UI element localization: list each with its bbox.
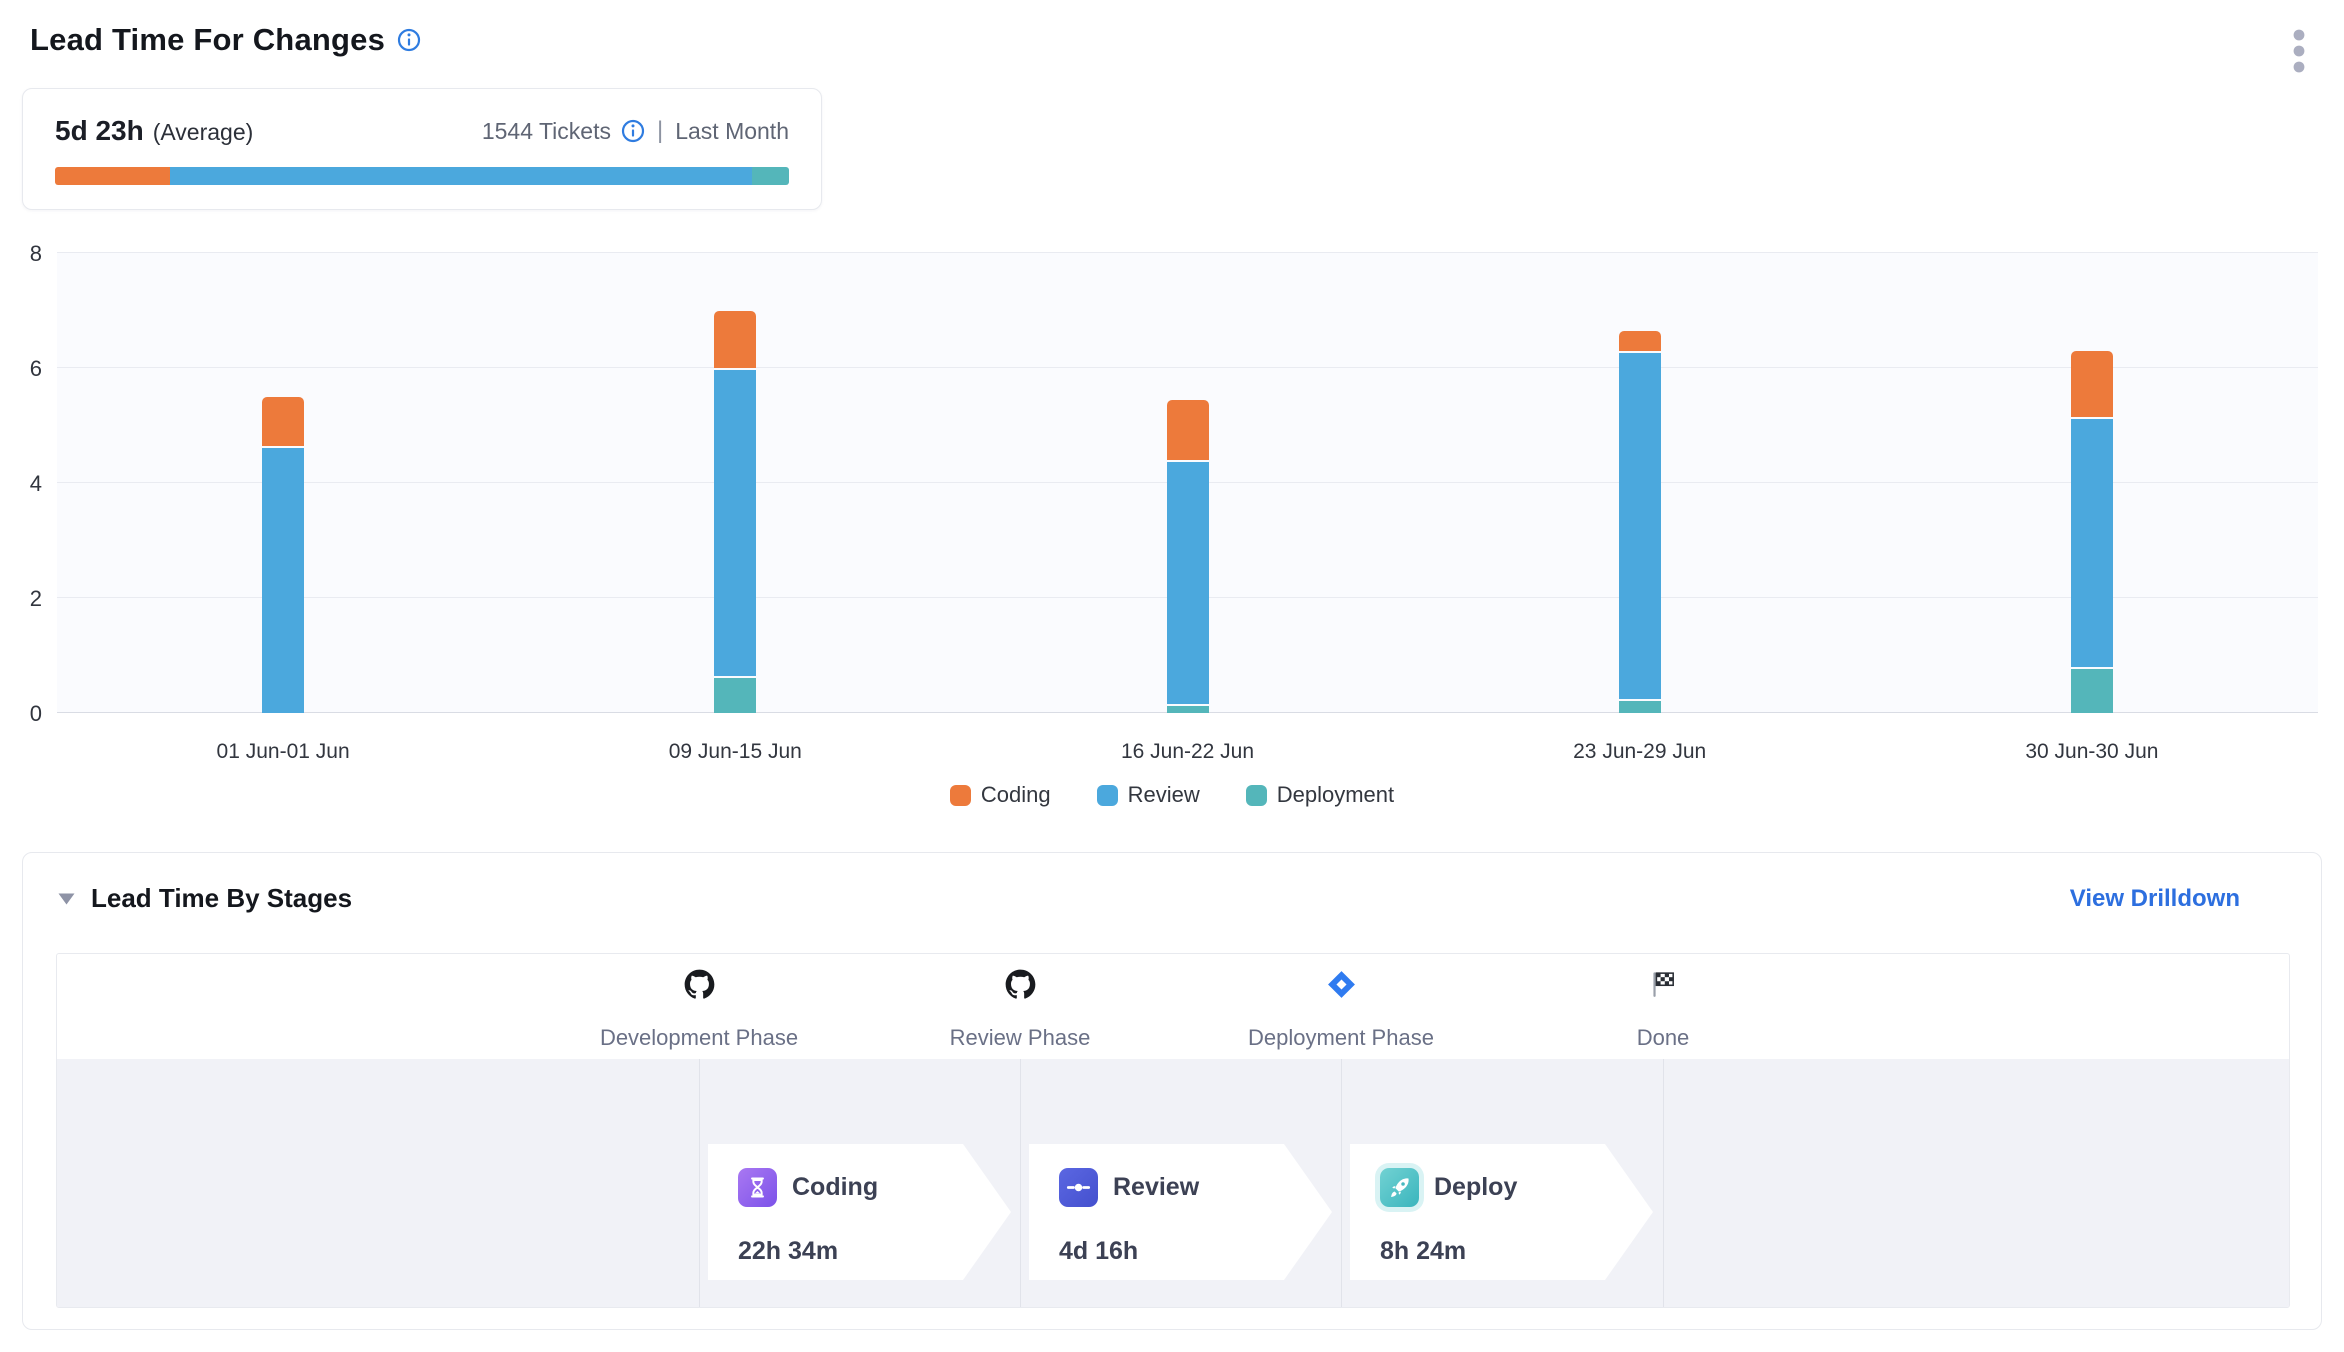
legend-item-deployment[interactable]: Deployment xyxy=(1246,782,1394,808)
column-divider xyxy=(1020,1059,1021,1307)
stage-name: Review xyxy=(1113,1173,1199,1202)
hourglass-icon xyxy=(738,1168,777,1207)
stages-section-title: Lead Time By Stages xyxy=(91,883,352,914)
y-axis-tick-label: 0 xyxy=(0,701,42,727)
stages-table: Development Phase Review Phase Deployment … xyxy=(56,953,2290,1308)
stage-duration: 22h 34m xyxy=(738,1237,1011,1266)
checkered-flag-icon xyxy=(1648,969,1679,1000)
legend-swatch-icon xyxy=(1097,785,1118,806)
average-lead-time-value: 5d 23h xyxy=(55,115,144,147)
stage-duration: 4d 16h xyxy=(1059,1237,1332,1266)
bar-segment-coding[interactable] xyxy=(714,311,756,369)
bar-16 Jun-22 Jun[interactable] xyxy=(1167,253,1209,713)
y-axis-tick-label: 2 xyxy=(0,586,42,612)
phase-label: Done xyxy=(1533,1025,1793,1051)
lead-time-chart: 0 2 4 6 8 01 Jun-01 Jun 09 Jun-15 Jun 16 Jun-2… xyxy=(0,240,2344,830)
stages-table-body: Coding 22h 34m Review 4d 16h Deploy 8h 24m xyxy=(57,1059,2289,1307)
phase-marker-done: Done xyxy=(1533,954,1793,1051)
legend-swatch-icon xyxy=(950,785,971,806)
view-drilldown-link[interactable]: View Drilldown xyxy=(2070,885,2240,913)
github-icon xyxy=(684,969,715,1000)
phase-label: Development Phase xyxy=(569,1025,829,1051)
x-axis-tick-label: 30 Jun-30 Jun xyxy=(2025,740,2158,764)
stage-distribution-bar xyxy=(55,167,789,185)
legend-item-coding[interactable]: Coding xyxy=(950,782,1051,808)
stage-name: Coding xyxy=(792,1173,878,1202)
bar-segment-deployment[interactable] xyxy=(2071,669,2113,713)
tickets-count: 1544 Tickets xyxy=(482,118,611,145)
column-divider xyxy=(1663,1059,1664,1307)
phase-marker-review-phase: Review Phase xyxy=(890,954,1150,1051)
x-axis-tick-label: 09 Jun-15 Jun xyxy=(669,740,802,764)
bar-01 Jun-01 Jun[interactable] xyxy=(262,253,304,713)
bar-segment-review[interactable] xyxy=(262,448,304,713)
y-axis-tick-label: 6 xyxy=(0,356,42,382)
phase-marker-development-phase: Development Phase xyxy=(569,954,829,1051)
lead-time-by-stages-panel: Lead Time By Stages View Drilldown Devel… xyxy=(22,852,2322,1330)
bar-30 Jun-30 Jun[interactable] xyxy=(2071,253,2113,713)
x-axis-tick-label: 01 Jun-01 Jun xyxy=(217,740,350,764)
bar-segment-review[interactable] xyxy=(1167,462,1209,704)
lead-time-for-changes-widget: Lead Time For Changes 5d 23h (Average) 1… xyxy=(0,0,2344,1352)
average-lead-time-card: 5d 23h (Average) 1544 Tickets | Last Mon… xyxy=(22,88,822,210)
period-label: Last Month xyxy=(675,118,789,145)
bar-23 Jun-29 Jun[interactable] xyxy=(1619,253,1661,713)
stage-card-review[interactable]: Review 4d 16h xyxy=(1029,1144,1332,1280)
stage-card-coding[interactable]: Coding 22h 34m xyxy=(708,1144,1011,1280)
bar-segment-review[interactable] xyxy=(714,370,756,676)
bar-segment-deployment[interactable] xyxy=(1167,706,1209,713)
github-icon xyxy=(1005,969,1036,1000)
jira-icon xyxy=(1326,969,1357,1000)
distribution-segment-review xyxy=(170,167,753,185)
phase-marker-deployment-phase: Deployment Phase xyxy=(1211,954,1471,1051)
bar-segment-deployment[interactable] xyxy=(714,678,756,713)
stage-name: Deploy xyxy=(1434,1173,1517,1202)
chart-plot-area xyxy=(57,253,2318,713)
bar-segment-coding[interactable] xyxy=(2071,351,2113,417)
git-commit-icon xyxy=(1059,1168,1098,1207)
y-axis-tick-label: 4 xyxy=(0,471,42,497)
bar-segment-review[interactable] xyxy=(1619,353,1661,699)
rocket-icon xyxy=(1380,1168,1419,1207)
distribution-segment-coding xyxy=(55,167,170,185)
stage-card-deploy[interactable]: Deploy 8h 24m xyxy=(1350,1144,1653,1280)
legend-label: Coding xyxy=(981,782,1051,808)
bar-09 Jun-15 Jun[interactable] xyxy=(714,253,756,713)
page-title: Lead Time For Changes xyxy=(30,22,385,58)
bar-segment-coding[interactable] xyxy=(1619,331,1661,351)
stage-duration: 8h 24m xyxy=(1380,1237,1653,1266)
kebab-menu-icon[interactable] xyxy=(2292,28,2306,74)
legend-label: Review xyxy=(1128,782,1200,808)
legend-item-review[interactable]: Review xyxy=(1097,782,1200,808)
distribution-segment-deployment xyxy=(752,167,789,185)
column-divider xyxy=(699,1059,700,1307)
widget-header: Lead Time For Changes xyxy=(30,22,421,58)
bar-segment-review[interactable] xyxy=(2071,419,2113,667)
tickets-info-icon[interactable] xyxy=(621,119,645,143)
column-divider xyxy=(1341,1059,1342,1307)
separator: | xyxy=(657,117,663,145)
x-axis-tick-label: 23 Jun-29 Jun xyxy=(1573,740,1706,764)
bar-segment-deployment[interactable] xyxy=(1619,701,1661,713)
title-info-icon[interactable] xyxy=(397,28,421,52)
phase-label: Deployment Phase xyxy=(1211,1025,1471,1051)
phase-label: Review Phase xyxy=(890,1025,1150,1051)
chart-legend: Coding Review Deployment xyxy=(0,782,2344,808)
average-label: (Average) xyxy=(153,119,254,146)
y-axis-tick-label: 8 xyxy=(0,241,42,267)
bar-segment-coding[interactable] xyxy=(1167,400,1209,460)
collapse-caret-icon[interactable] xyxy=(57,892,76,906)
legend-swatch-icon xyxy=(1246,785,1267,806)
x-axis-tick-label: 16 Jun-22 Jun xyxy=(1121,740,1254,764)
bar-segment-coding[interactable] xyxy=(262,397,304,446)
legend-label: Deployment xyxy=(1277,782,1394,808)
